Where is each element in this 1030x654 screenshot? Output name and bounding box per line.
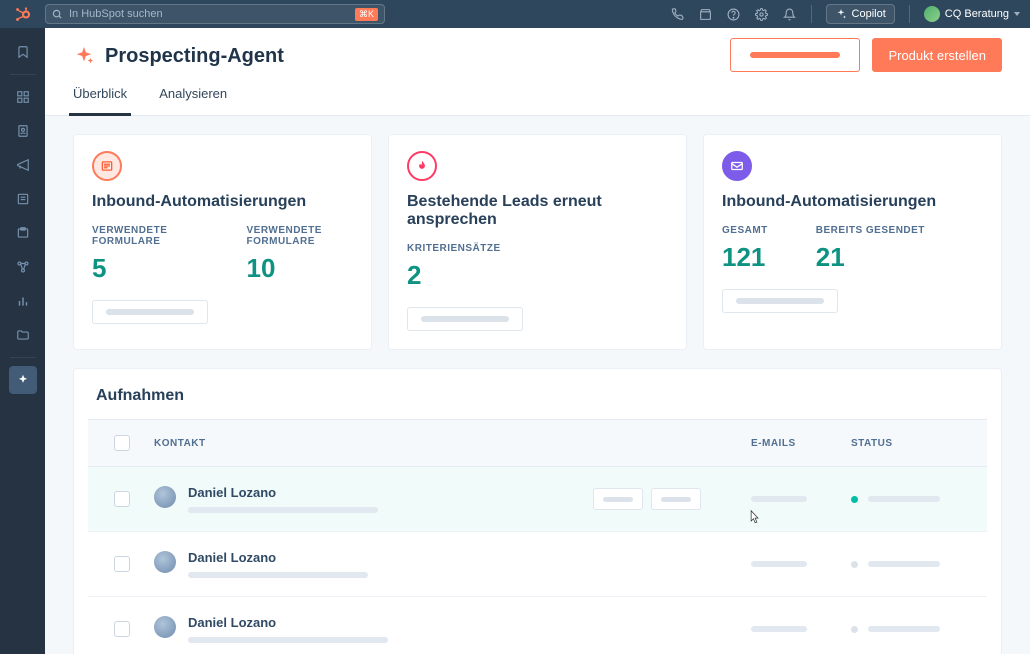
envelope-icon	[722, 151, 752, 181]
sparkle-icon	[73, 45, 95, 67]
account-menu[interactable]: CQ Beratung	[924, 6, 1020, 22]
tab-analyze[interactable]: Analysieren	[159, 86, 227, 115]
contact-name[interactable]: Daniel Lozano	[188, 550, 368, 565]
row-checkbox[interactable]	[114, 621, 130, 637]
copilot-label: Copilot	[852, 8, 886, 20]
card-inbound-automations: Inbound-Automatisierungen VERWENDETE FOR…	[73, 134, 372, 350]
search-shortcut-badge: ⌘K	[355, 8, 378, 21]
settings-icon[interactable]	[755, 7, 769, 21]
emails-cell	[751, 561, 851, 567]
status-cell	[851, 496, 961, 503]
card-title: Inbound-Automatisierungen	[722, 193, 983, 211]
help-icon[interactable]	[727, 7, 741, 21]
avatar-icon	[154, 486, 176, 508]
table-row[interactable]: Daniel Lozano	[88, 597, 987, 654]
card-action-button[interactable]	[722, 289, 838, 313]
sidebar-item-content[interactable]	[9, 185, 37, 213]
card-title: Bestehende Leads erneut ansprechen	[407, 193, 668, 229]
sidebar-item-automation[interactable]	[9, 253, 37, 281]
sidebar-item-contacts[interactable]	[9, 117, 37, 145]
logo-cell[interactable]	[0, 0, 45, 28]
row-action-button[interactable]	[651, 488, 701, 510]
sidebar-item-files[interactable]	[9, 321, 37, 349]
marketplace-icon[interactable]	[699, 7, 713, 21]
table-row[interactable]: Daniel Lozano	[88, 532, 987, 597]
global-search[interactable]: ⌘K	[45, 4, 385, 24]
stat-label: VERWENDETE FORMULARE	[247, 225, 354, 247]
card-title: Inbound-Automatisierungen	[92, 193, 353, 211]
left-sidebar	[0, 28, 45, 654]
tab-overview[interactable]: Überblick	[73, 86, 127, 115]
row-action-button[interactable]	[593, 488, 643, 510]
status-dot-icon	[851, 496, 858, 503]
flame-icon	[407, 151, 437, 181]
main-content: Prospecting-Agent Produkt erstellen Über…	[45, 28, 1030, 654]
avatar-icon	[924, 6, 940, 22]
topbar: ⌘K Copilot CQ Beratung	[0, 0, 1030, 28]
search-icon	[52, 9, 63, 20]
stat-value: 5	[92, 253, 199, 284]
row-actions	[593, 488, 701, 510]
contact-name[interactable]: Daniel Lozano	[188, 615, 388, 630]
column-contact[interactable]: KONTAKT	[154, 438, 751, 449]
topbar-right: Copilot CQ Beratung	[671, 0, 1020, 28]
cursor-icon	[747, 509, 761, 525]
table-header: KONTAKT E-MAILS STATUS	[88, 419, 987, 467]
sidebar-item-reports[interactable]	[9, 287, 37, 315]
stat-value: 121	[722, 242, 768, 273]
chevron-down-icon	[1014, 12, 1020, 16]
card-existing-leads: Bestehende Leads erneut ansprechen KRITE…	[388, 134, 687, 350]
sidebar-item-commerce[interactable]	[9, 219, 37, 247]
create-product-button[interactable]: Produkt erstellen	[872, 38, 1002, 72]
status-dot-icon	[851, 626, 858, 633]
status-cell	[851, 626, 961, 633]
copilot-button[interactable]: Copilot	[826, 4, 895, 24]
secondary-action-button[interactable]	[730, 38, 860, 72]
phone-icon[interactable]	[671, 7, 685, 21]
card-inbound-automations-sent: Inbound-Automatisierungen GESAMT 121 BER…	[703, 134, 1002, 350]
stat-label: VERWENDETE FORMULARE	[92, 225, 199, 247]
column-emails[interactable]: E-MAILS	[751, 438, 851, 449]
sidebar-item-bookmark[interactable]	[9, 38, 37, 66]
search-input[interactable]	[69, 8, 349, 20]
stat-value: 2	[407, 260, 501, 291]
stat-label: KRITERIENSÄTZE	[407, 243, 501, 254]
avatar-icon	[154, 551, 176, 573]
hubspot-logo-icon	[14, 6, 31, 23]
sidebar-item-dashboard[interactable]	[9, 83, 37, 111]
notifications-icon[interactable]	[783, 7, 797, 21]
avatar-icon	[154, 616, 176, 638]
sparkle-icon	[835, 8, 847, 20]
emails-cell	[751, 626, 851, 632]
emails-cell	[751, 496, 851, 502]
card-action-button[interactable]	[92, 300, 208, 324]
row-checkbox[interactable]	[114, 491, 130, 507]
page-header: Prospecting-Agent Produkt erstellen Über…	[45, 28, 1030, 116]
card-action-button[interactable]	[407, 307, 523, 331]
select-all-checkbox[interactable]	[114, 435, 130, 451]
stat-value: 10	[247, 253, 354, 284]
account-label: CQ Beratung	[945, 8, 1009, 20]
status-dot-icon	[851, 561, 858, 568]
sidebar-item-prospecting[interactable]	[9, 366, 37, 394]
column-status[interactable]: STATUS	[851, 438, 961, 449]
stat-label: BEREITS GESENDET	[816, 225, 925, 236]
stat-value: 21	[816, 242, 925, 273]
contact-name[interactable]: Daniel Lozano	[188, 485, 378, 500]
section-title: Aufnahmen	[74, 387, 1001, 405]
row-checkbox[interactable]	[114, 556, 130, 572]
status-cell	[851, 561, 961, 568]
page-title: Prospecting-Agent	[105, 45, 284, 68]
section-recordings: Aufnahmen KONTAKT E-MAILS STATUS Daniel …	[73, 368, 1002, 654]
sidebar-item-marketing[interactable]	[9, 151, 37, 179]
table-row[interactable]: Daniel Lozano	[88, 467, 987, 532]
form-icon	[92, 151, 122, 181]
summary-cards: Inbound-Automatisierungen VERWENDETE FOR…	[45, 116, 1030, 350]
stat-label: GESAMT	[722, 225, 768, 236]
tabs: Überblick Analysieren	[73, 86, 1002, 115]
